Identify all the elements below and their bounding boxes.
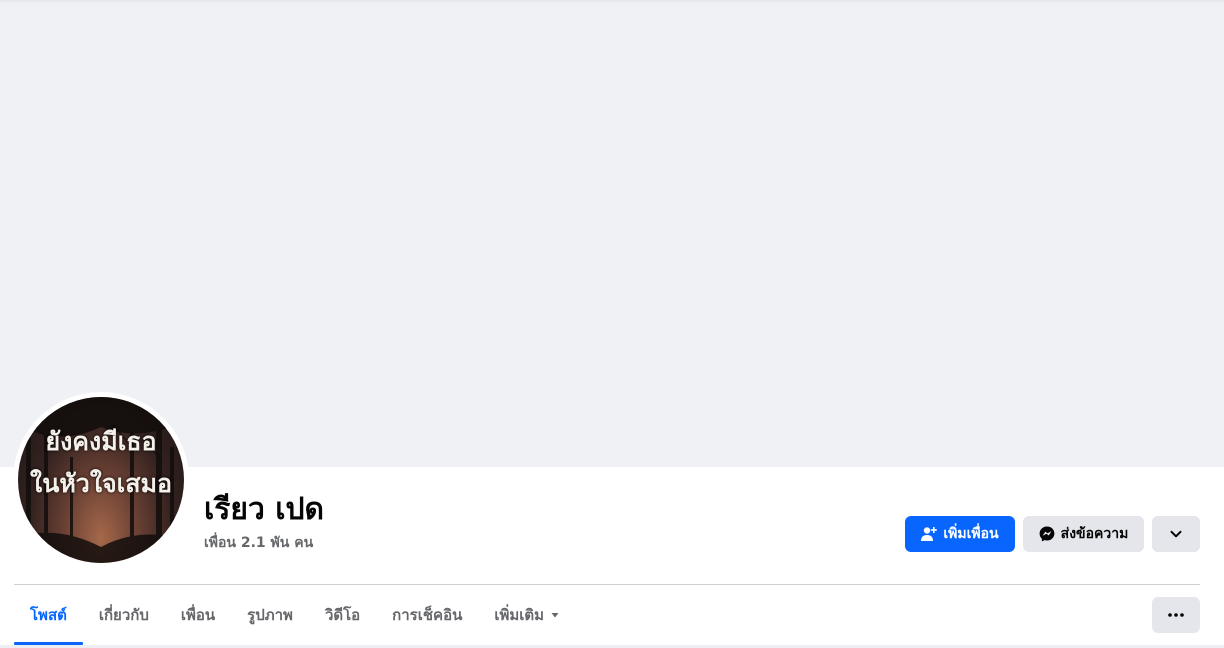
add-friend-button[interactable]: เพิ่มเพื่อน xyxy=(905,516,1015,552)
tab-more[interactable]: เพิ่มเติม xyxy=(478,586,576,644)
message-label: ส่งข้อความ xyxy=(1060,526,1129,542)
ellipsis-icon xyxy=(1168,613,1184,617)
tab-about[interactable]: เกี่ยวกับ xyxy=(83,586,165,644)
avatar-text-line1: ยังคงมีเธอ xyxy=(45,427,157,456)
tab-posts[interactable]: โพสต์ xyxy=(14,586,83,645)
tab-label: เกี่ยวกับ xyxy=(98,606,149,624)
profile-options-dropdown-button[interactable] xyxy=(1152,516,1200,552)
profile-page: ยังคงมีเธอ ในหัวใจเสมอ เรียว เปด เพื่อน … xyxy=(0,0,1224,648)
avatar-text-line2: ในหัวใจเสมอ xyxy=(30,469,172,498)
more-options-button[interactable] xyxy=(1152,597,1200,633)
tab-label: รูปภาพ xyxy=(247,606,293,624)
friend-count[interactable]: เพื่อน 2.1 พัน คน xyxy=(204,533,313,553)
chevron-down-icon xyxy=(1169,527,1183,541)
tab-label: เพื่อน xyxy=(180,606,216,624)
header-divider xyxy=(14,584,1200,585)
tab-checkins[interactable]: การเช็คอิน xyxy=(376,586,478,644)
message-button[interactable]: ส่งข้อความ xyxy=(1023,516,1144,552)
user-plus-icon xyxy=(921,526,938,542)
tab-label: เพิ่มเติม xyxy=(494,606,545,624)
caret-down-icon xyxy=(550,610,560,620)
tab-label: การเช็คอิน xyxy=(392,606,463,624)
avatar[interactable]: ยังคงมีเธอ ในหัวใจเสมอ xyxy=(18,397,184,563)
tab-videos[interactable]: วิดีโอ xyxy=(309,586,376,644)
tab-label: โพสต์ xyxy=(30,606,67,624)
tab-label: วิดีโอ xyxy=(324,606,361,624)
tab-photos[interactable]: รูปภาพ xyxy=(231,586,309,644)
profile-tabs: โพสต์ เกี่ยวกับ เพื่อน รูปภาพ วิดีโอ การ… xyxy=(14,586,576,646)
add-friend-label: เพิ่มเพื่อน xyxy=(943,526,999,542)
profile-name[interactable]: เรียว เปด xyxy=(204,490,324,530)
tab-friends[interactable]: เพื่อน xyxy=(165,586,231,644)
messenger-icon xyxy=(1039,526,1055,542)
